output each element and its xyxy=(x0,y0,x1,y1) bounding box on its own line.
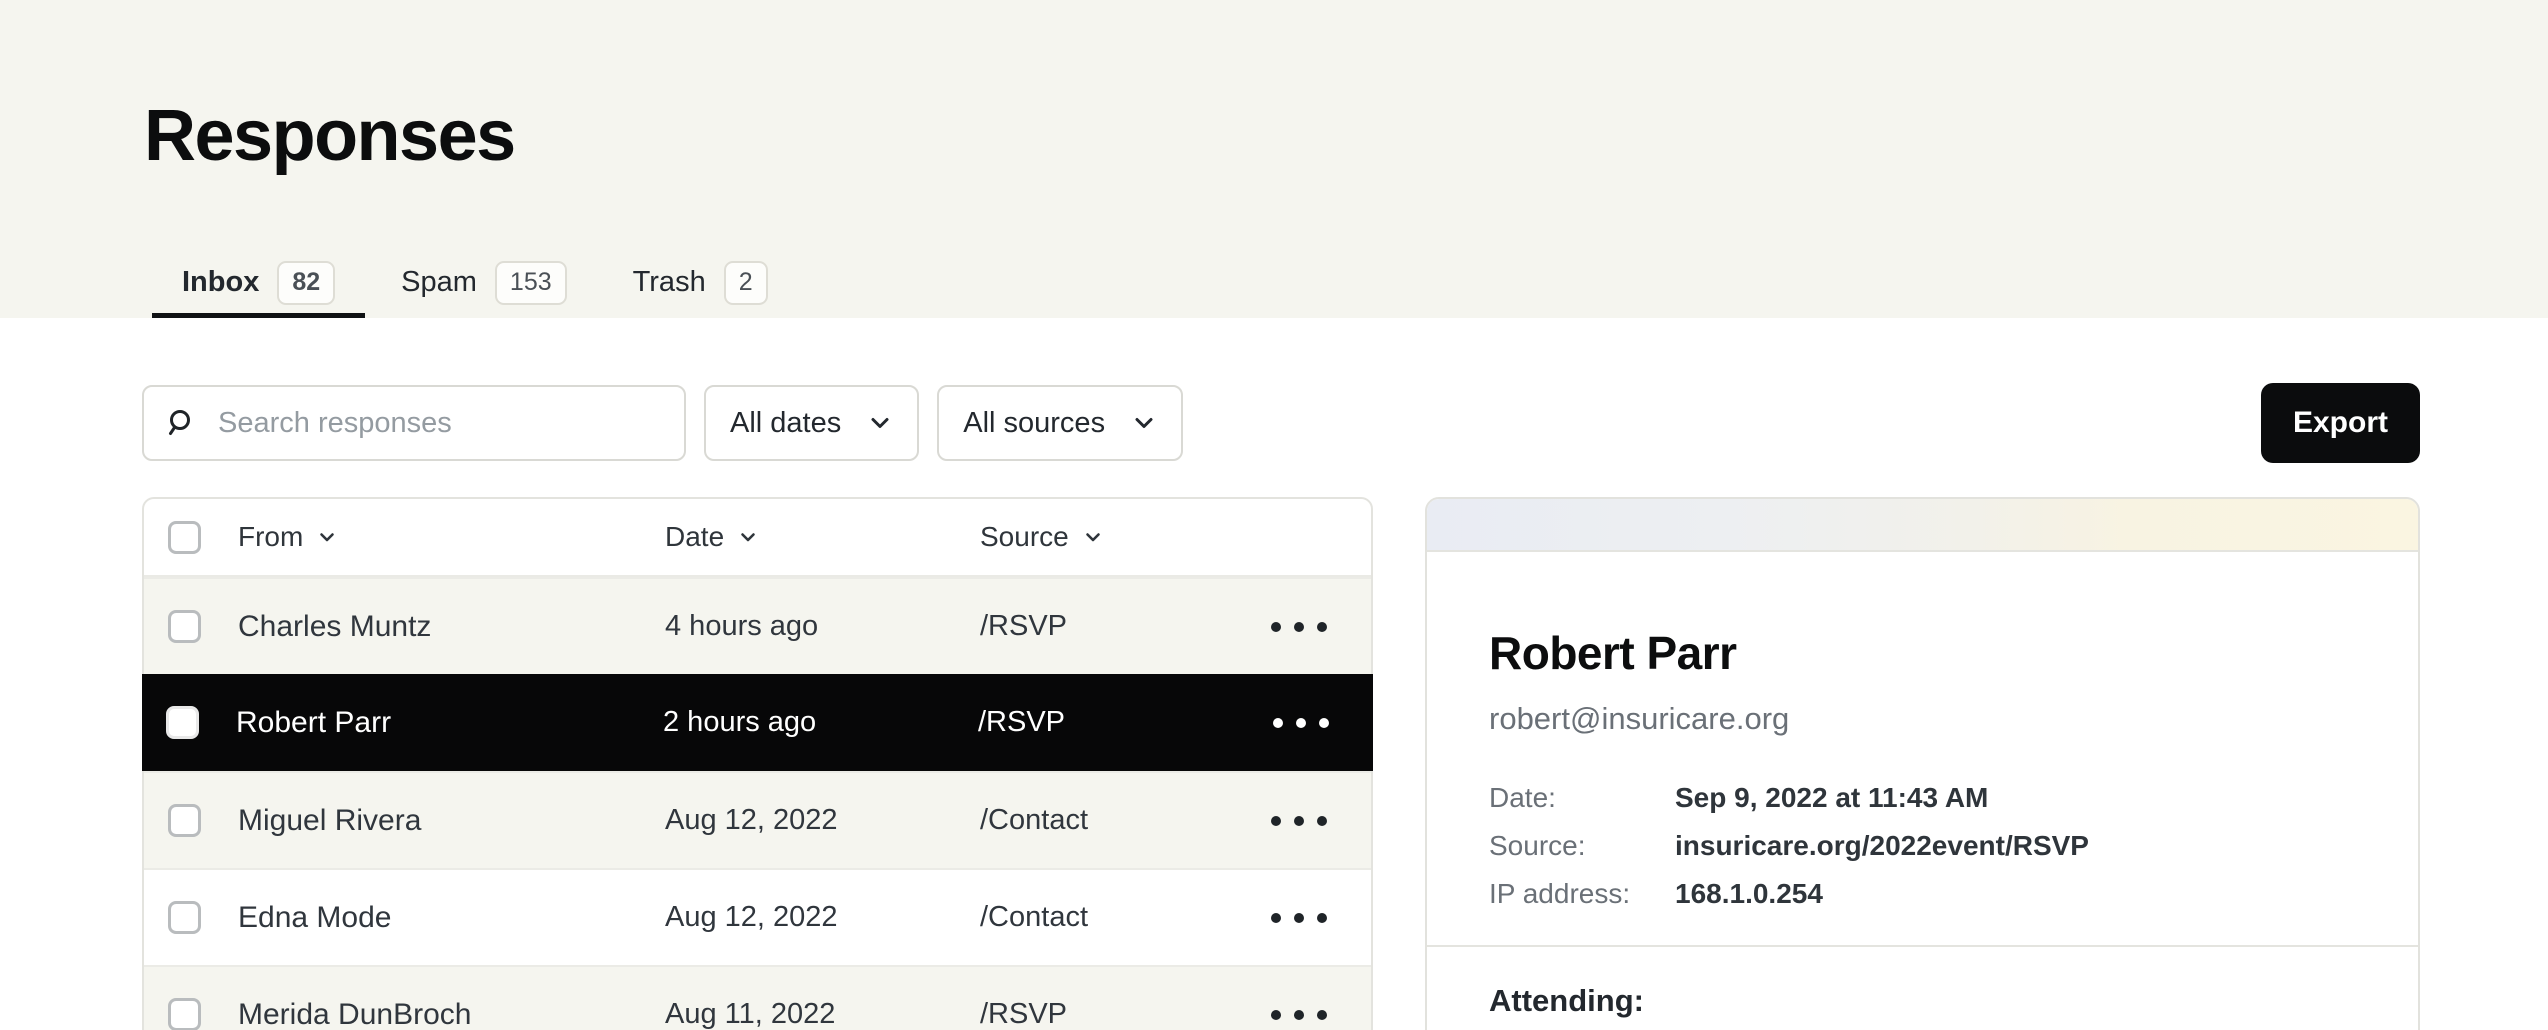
responses-table: From Date Source xyxy=(142,497,1373,1030)
chevron-down-icon xyxy=(1131,410,1157,436)
detail-attending-heading: Attending: xyxy=(1489,983,2356,1019)
detail-respondent-email: robert@insuricare.org xyxy=(1489,701,2356,737)
row-from-name: Robert Parr xyxy=(236,706,663,740)
column-header-from[interactable]: From xyxy=(238,521,665,553)
row-checkbox-cell xyxy=(142,706,236,739)
row-from-name: Merida DunBroch xyxy=(238,998,665,1030)
row-source: /Contact xyxy=(980,804,1220,837)
responses-page: Responses Inbox 82 Spam 153 Trash 2 xyxy=(0,0,2548,1030)
row-source: /RSVP xyxy=(978,706,1218,739)
source-filter-dropdown[interactable]: All sources xyxy=(937,385,1183,461)
row-from-name: Charles Muntz xyxy=(238,610,665,644)
detail-meta-value: insuricare.org/2022event/RSVP xyxy=(1675,831,2356,861)
detail-divider xyxy=(1427,945,2418,947)
detail-meta-label: Source: xyxy=(1489,831,1675,861)
mailbox-tabs: Inbox 82 Spam 153 Trash 2 xyxy=(152,252,798,318)
row-checkbox-cell xyxy=(144,804,238,837)
table-header-row: From Date Source xyxy=(144,499,1371,577)
chevron-down-icon xyxy=(738,527,758,547)
table-row[interactable]: Merida DunBroch Aug 11, 2022 /RSVP xyxy=(144,965,1371,1030)
row-source: /RSVP xyxy=(980,610,1220,643)
row-checkbox[interactable] xyxy=(168,901,201,934)
column-header-label: From xyxy=(238,521,303,553)
row-date: Aug 11, 2022 xyxy=(665,998,980,1030)
toolbar: All dates All sources Export xyxy=(142,383,2420,463)
row-checkbox-cell xyxy=(144,610,238,643)
detail-meta-value: 168.1.0.254 xyxy=(1675,879,2356,909)
more-options-icon[interactable] xyxy=(1273,712,1329,734)
source-filter-label: All sources xyxy=(963,407,1105,440)
detail-meta-label: IP address: xyxy=(1489,879,1675,909)
tab-label: Spam xyxy=(401,266,477,299)
detail-meta: Date: Sep 9, 2022 at 11:43 AM Source: in… xyxy=(1489,783,2356,909)
row-from-name: Edna Mode xyxy=(238,901,665,935)
column-header-source[interactable]: Source xyxy=(980,521,1220,553)
table-row[interactable]: Miguel Rivera Aug 12, 2022 /Contact xyxy=(144,771,1371,868)
more-options-icon[interactable] xyxy=(1271,810,1327,832)
chevron-down-icon xyxy=(317,527,337,547)
detail-meta-label: Date: xyxy=(1489,783,1675,813)
row-from-name: Miguel Rivera xyxy=(238,804,665,838)
more-options-icon[interactable] xyxy=(1271,616,1327,638)
table-body: Charles Muntz 4 hours ago /RSVP Robert P… xyxy=(144,577,1371,1030)
table-row[interactable]: Charles Muntz 4 hours ago /RSVP xyxy=(144,577,1371,674)
column-header-label: Date xyxy=(665,521,724,553)
row-date: Aug 12, 2022 xyxy=(665,901,980,934)
tab-label: Inbox xyxy=(182,266,259,299)
row-source: /Contact xyxy=(980,901,1220,934)
mailbox-tab[interactable]: Inbox 82 xyxy=(152,252,365,318)
detail-respondent-name: Robert Parr xyxy=(1489,628,2356,679)
row-checkbox-cell xyxy=(144,998,238,1030)
row-checkbox[interactable] xyxy=(168,804,201,837)
date-filter-label: All dates xyxy=(730,407,841,440)
tab-count-badge: 2 xyxy=(724,261,768,305)
tab-count-badge: 153 xyxy=(495,261,567,305)
date-filter-dropdown[interactable]: All dates xyxy=(704,385,919,461)
chevron-down-icon xyxy=(867,410,893,436)
search-icon xyxy=(166,408,196,438)
detail-body: Robert Parr robert@insuricare.org Date: … xyxy=(1427,628,2418,1019)
more-options-icon[interactable] xyxy=(1271,1004,1327,1026)
row-checkbox[interactable] xyxy=(168,998,201,1030)
mailbox-tab[interactable]: Spam 153 xyxy=(371,252,596,318)
column-header-date[interactable]: Date xyxy=(665,521,980,553)
row-checkbox[interactable] xyxy=(168,610,201,643)
table-row[interactable]: Edna Mode Aug 12, 2022 /Contact xyxy=(144,868,1371,965)
row-date: 2 hours ago xyxy=(663,706,978,739)
row-date: Aug 12, 2022 xyxy=(665,804,980,837)
chevron-down-icon xyxy=(1083,527,1103,547)
response-detail-panel: Robert Parr robert@insuricare.org Date: … xyxy=(1425,497,2420,1030)
tab-count-badge: 82 xyxy=(277,261,335,305)
detail-meta-value: Sep 9, 2022 at 11:43 AM xyxy=(1675,783,2356,813)
row-checkbox-cell xyxy=(144,901,238,934)
page-title: Responses xyxy=(144,100,515,172)
tab-label: Trash xyxy=(633,266,706,299)
search-input[interactable] xyxy=(216,406,662,441)
row-checkbox[interactable] xyxy=(166,706,199,739)
select-all-checkbox[interactable] xyxy=(168,521,201,554)
search-box[interactable] xyxy=(142,385,686,461)
page-header: Responses Inbox 82 Spam 153 Trash 2 xyxy=(0,0,2548,318)
detail-gradient-banner xyxy=(1427,499,2418,552)
row-date: 4 hours ago xyxy=(665,610,980,643)
mailbox-tab[interactable]: Trash 2 xyxy=(603,252,798,318)
export-button[interactable]: Export xyxy=(2261,383,2420,463)
row-source: /RSVP xyxy=(980,998,1220,1030)
header-checkbox-cell xyxy=(144,521,238,554)
table-row[interactable]: Robert Parr 2 hours ago /RSVP xyxy=(142,674,1373,771)
more-options-icon[interactable] xyxy=(1271,907,1327,929)
column-header-label: Source xyxy=(980,521,1069,553)
